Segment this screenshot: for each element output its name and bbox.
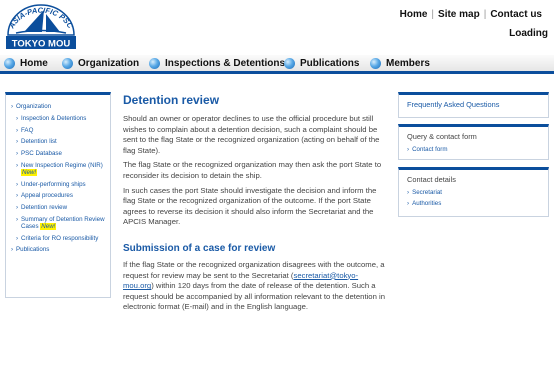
chevron-right-icon: › <box>16 192 19 200</box>
nav-home[interactable]: Home <box>4 58 48 69</box>
nav-organization[interactable]: Organization <box>62 58 139 69</box>
contact-details-box: Contact details › Secretariat › Authoritie… <box>398 167 549 217</box>
paragraph-3: In such cases the port State should inve… <box>123 185 377 227</box>
sidebar-item-publications[interactable]: › Publications <box>11 244 110 256</box>
top-link-home[interactable]: Home <box>400 9 428 20</box>
new-badge: New! <box>40 222 57 230</box>
nav-publications[interactable]: Publications <box>284 58 359 69</box>
contact-details-heading: Contact details <box>407 175 456 184</box>
page-title: Detention review <box>123 93 220 107</box>
sidebar-item-ro-criteria[interactable]: › Criteria for RO responsibility <box>11 232 110 244</box>
sidebar-menu: › Organization › Inspection & Detentions ›… <box>6 95 110 256</box>
sidebar: › Organization › Inspection & Detentions ›… <box>5 92 111 298</box>
sidebar-item-organization[interactable]: › Organization <box>11 101 110 113</box>
chevron-right-icon: › <box>16 180 19 188</box>
faq-box: Frequently Asked Questions <box>398 92 549 118</box>
nav-members[interactable]: Members <box>370 58 430 69</box>
query-contact-box: Query & contact form › Contact form <box>398 124 549 160</box>
sidebar-item-nir[interactable]: › New Inspection Regime (NIR) New! <box>11 159 110 178</box>
sidebar-item-summary-detention-review[interactable]: › Summary of Detention Review Cases New! <box>11 213 110 232</box>
separator: | <box>431 9 435 20</box>
chevron-right-icon: › <box>16 234 19 242</box>
sidebar-item-inspection-detentions[interactable]: › Inspection & Detentions <box>11 113 110 125</box>
separator: | <box>483 9 487 20</box>
main-content: Detention review Should an owner or oper… <box>123 93 388 317</box>
query-contact-heading: Query & contact form <box>407 132 477 141</box>
paragraph-2: The flag State or the recognized organiz… <box>123 160 382 180</box>
chevron-right-icon: › <box>16 138 19 146</box>
globe-icon <box>4 58 15 69</box>
sidebar-item-detention-review[interactable]: › Detention review <box>11 202 110 214</box>
chevron-right-icon: › <box>11 103 14 111</box>
globe-icon <box>149 58 160 69</box>
globe-icon <box>62 58 73 69</box>
contact-form-link[interactable]: › Contact form <box>399 146 548 157</box>
chevron-right-icon: › <box>11 246 14 254</box>
sidebar-item-faq[interactable]: › FAQ <box>11 124 110 136</box>
loading-text: Loading <box>509 28 548 39</box>
tokyo-mou-logo[interactable]: ASIA-PACIFIC PSC TOKYO MOU <box>4 2 78 52</box>
chevron-right-icon: › <box>16 149 19 157</box>
chevron-right-icon: › <box>16 126 19 134</box>
sidebar-item-psc-database[interactable]: › PSC Database <box>11 148 110 160</box>
new-badge: New! <box>21 168 38 176</box>
faq-link[interactable]: Frequently Asked Questions <box>399 95 548 114</box>
logo-name: TOKYO MOU <box>12 39 71 50</box>
globe-icon <box>284 58 295 69</box>
top-link-contact-us[interactable]: Contact us <box>490 9 542 20</box>
paragraph-4: If the flag State or the recognized orga… <box>123 259 385 312</box>
secretariat-link[interactable]: › Secretariat <box>399 189 548 200</box>
chevron-right-icon: › <box>16 161 19 169</box>
chevron-right-icon: › <box>16 114 19 122</box>
chevron-right-icon: › <box>407 200 410 207</box>
top-links: Home | Site map | Contact us <box>400 9 542 20</box>
chevron-right-icon: › <box>16 203 19 211</box>
authorities-link[interactable]: › Authorities <box>399 200 548 211</box>
globe-icon <box>370 58 381 69</box>
main-nav: Home Organization Inspections & Detentio… <box>0 55 554 74</box>
sidebar-item-under-performing-ships[interactable]: › Under-performing ships <box>11 178 110 190</box>
paragraph-1: Should an owner or operator declines to … <box>123 114 380 155</box>
section-heading-submission: Submission of a case for review <box>123 242 276 254</box>
sidebar-item-appeal-procedures[interactable]: › Appeal procedures <box>11 190 110 202</box>
top-link-site-map[interactable]: Site map <box>438 9 480 20</box>
nav-inspections-detentions[interactable]: Inspections & Detentions <box>149 58 285 69</box>
chevron-right-icon: › <box>407 189 410 196</box>
chevron-right-icon: › <box>407 146 410 153</box>
sidebar-item-detention-list[interactable]: › Detention list <box>11 136 110 148</box>
chevron-right-icon: › <box>16 215 19 223</box>
